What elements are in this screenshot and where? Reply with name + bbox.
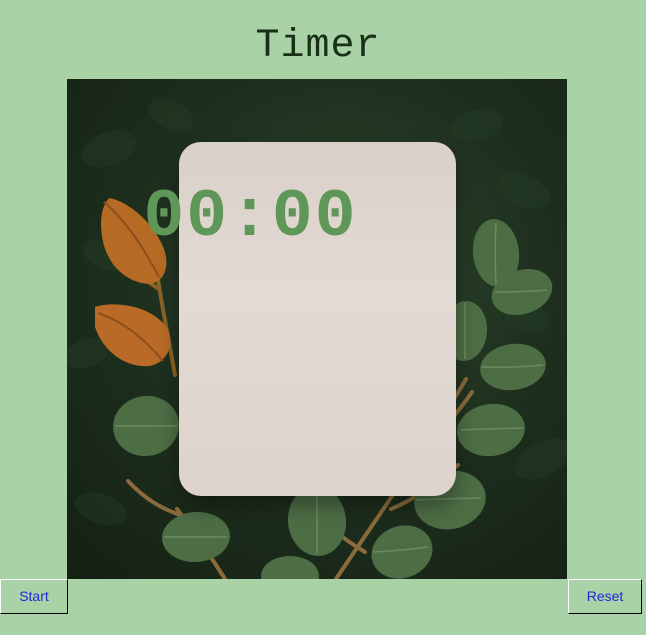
page-title: Timer [255,24,381,69]
timer-display: 00:00 [143,179,358,256]
start-button[interactable]: Start [0,579,68,614]
timer-background-photo [67,79,567,579]
reset-button[interactable]: Reset [568,579,642,614]
